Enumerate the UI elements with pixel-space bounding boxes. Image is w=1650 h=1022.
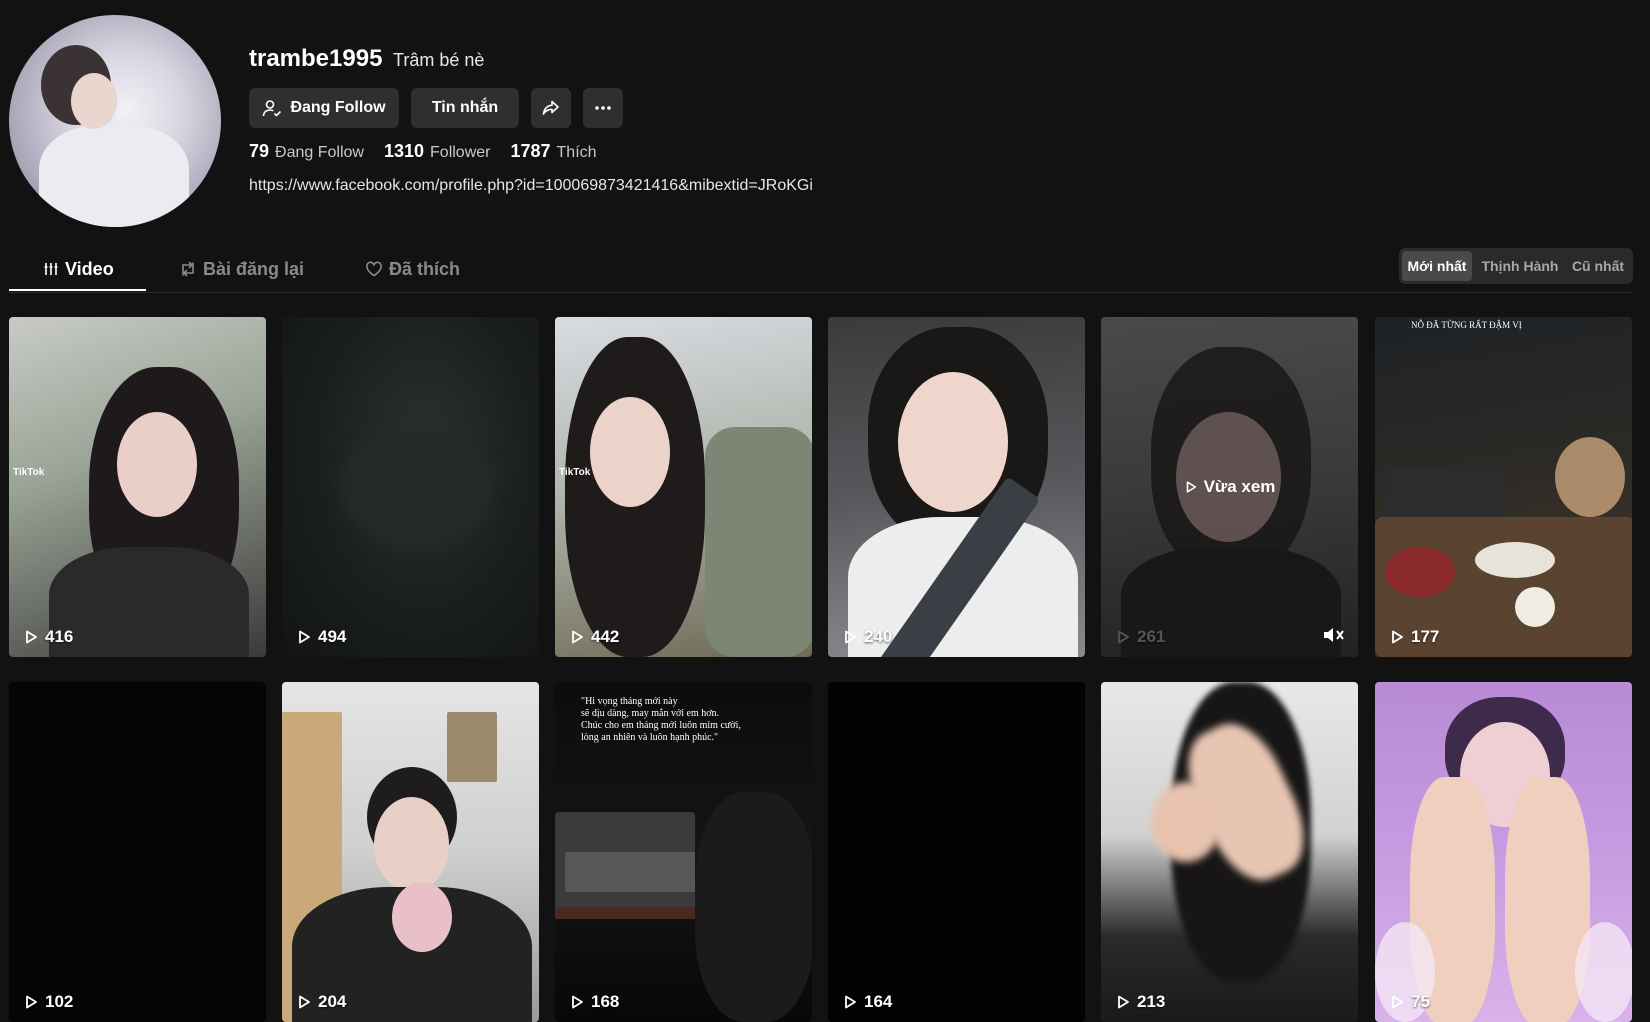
watched-label: Vừa xem	[1101, 317, 1358, 657]
user-check-icon	[263, 100, 282, 117]
view-count-value: 494	[318, 627, 347, 646]
bio-link[interactable]: https://www.facebook.com/profile.php?id=…	[249, 177, 813, 195]
profile-tabs: Video Bài đăng lại Đã thích	[9, 248, 1633, 293]
sort-toggle: Mới nhất Thịnh Hành Cũ nhất	[1399, 248, 1633, 284]
video-card[interactable]: 75	[1375, 682, 1632, 1022]
tab-liked-label: Đã thích	[389, 258, 461, 279]
followers-stat[interactable]: 1310 Follower	[384, 141, 491, 162]
play-icon	[1118, 995, 1129, 1009]
video-card-watched[interactable]: Vừa xem 261	[1101, 317, 1358, 657]
sort-newest[interactable]: Mới nhất	[1402, 251, 1472, 281]
view-count: 168	[569, 992, 619, 1012]
video-card[interactable]: TikTok 442	[555, 317, 812, 657]
play-icon	[572, 995, 583, 1009]
message-button[interactable]: Tin nhắn	[411, 88, 519, 128]
play-icon	[845, 995, 856, 1009]
following-button[interactable]: Đang Follow	[249, 88, 399, 128]
play-icon	[845, 630, 856, 644]
view-count-value: 261	[1137, 627, 1166, 646]
view-count: 75	[1389, 992, 1430, 1012]
share-button[interactable]	[531, 88, 571, 128]
play-icon	[299, 630, 310, 644]
view-count: 442	[569, 627, 619, 647]
play-icon	[572, 630, 583, 644]
view-count: 494	[296, 627, 346, 647]
tab-liked[interactable]: Đã thích	[365, 254, 460, 284]
view-count: 204	[296, 992, 346, 1012]
play-icon	[1118, 630, 1129, 644]
more-options-button[interactable]	[583, 88, 623, 128]
following-count: 79	[249, 141, 270, 161]
view-count: 261	[1115, 627, 1165, 647]
nickname: Trâm bé nè	[393, 50, 485, 70]
tab-video[interactable]: Video	[43, 254, 114, 284]
mute-icon[interactable]	[1322, 625, 1346, 645]
view-count-value: 213	[1137, 992, 1166, 1011]
view-count-value: 164	[864, 992, 893, 1011]
view-count: 416	[23, 627, 73, 647]
video-grid: TikTok 416 494 TikTok 442 240 Vừa xem 26…	[9, 317, 1633, 1022]
following-label: Đang Follow	[275, 144, 364, 161]
video-card[interactable]: 102	[9, 682, 266, 1022]
video-card[interactable]: 164	[828, 682, 1085, 1022]
play-icon	[1392, 630, 1403, 644]
tiktok-watermark: TikTok	[13, 467, 45, 478]
video-overlay-text: "Hi vọng tháng mới này sẽ dịu dàng, may …	[581, 696, 741, 743]
view-count-value: 102	[45, 992, 74, 1011]
view-count-value: 240	[864, 627, 893, 646]
video-card[interactable]: "Hi vọng tháng mới này sẽ dịu dàng, may …	[555, 682, 812, 1022]
view-count-value: 177	[1411, 627, 1440, 646]
active-tab-indicator	[9, 289, 146, 291]
avatar[interactable]	[9, 15, 221, 227]
view-count: 177	[1389, 627, 1439, 647]
tab-reposts[interactable]: Bài đăng lại	[179, 254, 304, 284]
view-count: 164	[842, 992, 892, 1012]
play-icon	[26, 995, 37, 1009]
tiktok-watermark: TikTok	[559, 467, 591, 478]
sort-popular[interactable]: Thịnh Hành	[1475, 251, 1565, 281]
play-icon	[1186, 481, 1196, 493]
video-card[interactable]: 213	[1101, 682, 1358, 1022]
video-card[interactable]: TikTok 416	[9, 317, 266, 657]
share-icon	[542, 100, 559, 115]
message-button-label: Tin nhắn	[431, 99, 499, 116]
followers-count: 1310	[383, 141, 425, 161]
likes-count: 1787	[510, 141, 551, 161]
view-count-value: 168	[591, 992, 620, 1011]
view-count: 213	[1115, 992, 1165, 1012]
followers-label: Follower	[430, 144, 491, 161]
video-card[interactable]: 240	[828, 317, 1085, 657]
likes-stat: 1787 Thích	[510, 141, 596, 162]
repost-icon	[182, 261, 194, 277]
grid-icon	[44, 263, 58, 275]
video-overlay-text: NỖ ĐÃ TỪNG RẤT ĐẬM VỊ	[1411, 320, 1522, 330]
view-count: 240	[842, 627, 892, 647]
video-card[interactable]: 204	[282, 682, 539, 1022]
username: trambe1995	[249, 45, 383, 72]
likes-label: Thích	[556, 144, 597, 161]
more-icon	[595, 106, 611, 110]
play-icon	[1392, 995, 1403, 1009]
view-count-value: 75	[1411, 992, 1430, 1011]
profile-header: trambe1995 Trâm bé nè Đang Follow Tin nh…	[0, 0, 1650, 240]
view-count-value: 442	[591, 627, 620, 646]
following-stat[interactable]: 79 Đang Follow	[249, 141, 364, 162]
video-card[interactable]: 494	[282, 317, 539, 657]
view-count-value: 204	[318, 992, 347, 1011]
tab-reposts-label: Bài đăng lại	[203, 258, 305, 279]
watched-text: Vừa xem	[1203, 477, 1276, 496]
profile-stats: 79 Đang Follow 1310 Follower 1787 Thích	[249, 141, 597, 162]
view-count-value: 416	[45, 627, 74, 646]
heart-lock-icon	[366, 261, 382, 277]
tab-video-label: Video	[65, 258, 114, 279]
play-icon	[299, 995, 310, 1009]
video-card[interactable]: NỖ ĐÃ TỪNG RẤT ĐẬM VỊ 177	[1375, 317, 1632, 657]
view-count: 102	[23, 992, 73, 1012]
play-icon	[26, 630, 37, 644]
sort-oldest[interactable]: Cũ nhất	[1565, 251, 1631, 281]
following-button-label: Đang Follow	[290, 99, 386, 116]
